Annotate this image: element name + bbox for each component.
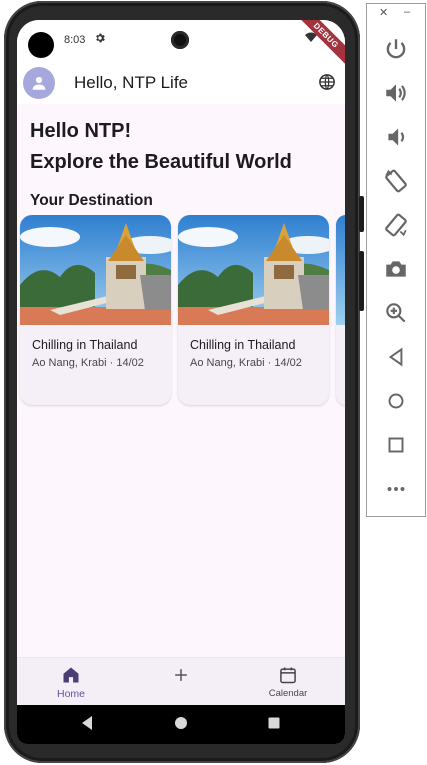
card-subtitle: Ao Nang, Krabi · 14/02 [32,357,144,369]
destination-card[interactable]: Chilling in Thailand Ao Nang, Krabi · 14… [20,215,171,405]
destination-card[interactable]: Chilling in Thailand Ao Nang, Krabi · 14… [178,215,329,405]
destination-image [336,215,345,325]
add-icon [175,669,187,681]
camera-icon[interactable] [383,256,409,282]
destination-image [178,215,329,325]
status-time: 8:03 [64,34,86,46]
bottom-nav: Home Calendar [17,657,345,706]
nav-home-label: Home [56,688,85,700]
camera-cutout [28,32,54,58]
emulator-toolbar: ✕ – [366,3,426,517]
app-bar-title: Hello, NTP Life [74,73,189,92]
rotate-right-icon[interactable] [383,212,409,238]
destination-carousel[interactable]: Chilling in Thailand Ao Nang, Krabi · 14… [20,215,345,409]
volume-up-icon[interactable] [383,80,409,106]
phone-screen: 8:03 DEBUG Hello, NTP Life Hello NTP! Ex… [17,20,345,744]
card-subtitle: Ao Nang, Krabi · 14/02 [190,357,302,369]
phone-volume-key [359,251,364,311]
back-icon[interactable] [383,344,409,370]
volume-down-icon[interactable] [383,124,409,150]
settings-gear-icon [94,32,106,47]
nav-home[interactable]: Home [31,658,111,706]
phone-power-key [359,196,364,232]
destination-image [20,215,171,325]
more-icon[interactable] [383,476,409,502]
front-camera [171,31,189,49]
minimize-icon[interactable]: – [404,6,410,18]
home-icon [63,667,79,683]
globe-icon[interactable] [318,73,336,91]
page-subtitle: Explore the Beautiful World [30,151,292,173]
home-circle-icon[interactable] [174,715,188,731]
system-nav-bar [17,705,345,744]
power-icon[interactable] [383,36,409,62]
card-title: Chilling in Thailand [32,338,138,352]
avatar[interactable] [23,67,55,99]
overview-icon[interactable] [267,715,281,731]
person-icon [32,76,46,90]
phone-frame: 8:03 DEBUG Hello, NTP Life Hello NTP! Ex… [4,1,364,763]
destination-card-partial[interactable] [336,215,345,405]
back-icon[interactable] [80,715,94,731]
home-circle-icon[interactable] [383,388,409,414]
zoom-icon[interactable] [383,300,409,326]
card-title: Chilling in Thailand [190,338,296,352]
nav-calendar-label: Calendar [268,688,308,699]
page-title: Hello NTP! [30,120,132,142]
rotate-left-icon[interactable] [383,168,409,194]
nav-add[interactable] [141,658,221,706]
status-bar: 8:03 DEBUG [17,20,345,70]
calendar-icon [280,667,296,684]
overview-icon[interactable] [383,432,409,458]
section-title: Your Destination [30,192,153,209]
nav-calendar[interactable]: Calendar [248,658,328,706]
app-bar: Hello, NTP Life [17,64,345,104]
close-icon[interactable]: ✕ [379,6,388,19]
